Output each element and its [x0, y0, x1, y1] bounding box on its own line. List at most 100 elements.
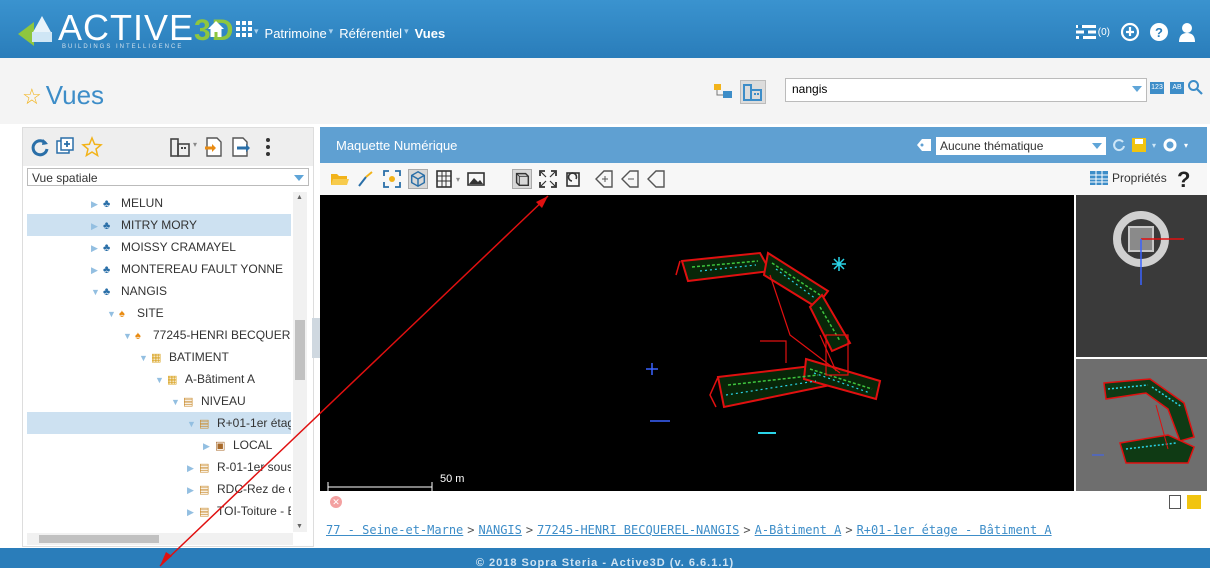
tree-node[interactable]: ▼ ♠ SITE: [27, 302, 291, 324]
user-icon[interactable]: [1178, 22, 1196, 42]
building-filter-icon[interactable]: [169, 136, 191, 158]
building-grid-icon[interactable]: [434, 169, 454, 189]
expand-arrow-icon[interactable]: ▶: [91, 259, 103, 281]
breadcrumb-item[interactable]: 77 - Seine-et-Marne: [326, 523, 463, 537]
search-icon[interactable]: [1187, 79, 1203, 95]
scroll-up-icon[interactable]: ▲: [296, 194, 303, 201]
tree-node[interactable]: ▼ ▤ NIVEAU: [27, 390, 291, 412]
nav-patrimoine[interactable]: Patrimoine: [265, 26, 327, 41]
clean-brush-icon[interactable]: [356, 169, 376, 189]
section-cut-icon[interactable]: [512, 169, 532, 189]
scrollbar-thumb[interactable]: [295, 320, 305, 380]
tree-view-icon[interactable]: [710, 80, 736, 104]
tree-node[interactable]: ▶ ♣ MITRY MORY: [27, 214, 291, 236]
collapse-arrow-icon[interactable]: ▼: [171, 391, 183, 413]
chevron-down-icon[interactable]: [1092, 143, 1102, 149]
dropdown-caret-icon[interactable]: ▾: [456, 175, 460, 184]
export-icon[interactable]: [229, 136, 251, 158]
fullscreen-icon[interactable]: [538, 169, 558, 189]
search-combo[interactable]: [785, 78, 1147, 102]
tree-node[interactable]: ▼ ▦ BATIMENT: [27, 346, 291, 368]
refresh-icon[interactable]: [1112, 138, 1126, 152]
collapse-arrow-icon[interactable]: ▼: [155, 369, 167, 391]
collapse-arrow-icon[interactable]: ▼: [123, 325, 135, 347]
collapse-panel-handle[interactable]: [312, 318, 320, 358]
scroll-down-icon[interactable]: ▼: [296, 523, 303, 530]
chevron-down-icon[interactable]: [1132, 86, 1142, 92]
dropdown-caret-icon[interactable]: ▾: [193, 140, 197, 149]
app-logo[interactable]: ACTIVE3D BUILDINGS INTELLIGENCE: [18, 9, 234, 50]
clipboard-icon[interactable]: [1169, 495, 1181, 509]
expand-all-icon[interactable]: [55, 136, 77, 158]
tree-horizontal-scrollbar[interactable]: [27, 533, 293, 545]
nav-referentiel[interactable]: Référentiel: [339, 26, 402, 41]
settings-gear-icon[interactable]: [1162, 137, 1178, 153]
save-icon[interactable]: [1132, 138, 1146, 152]
fit-view-icon[interactable]: [382, 169, 402, 189]
search-input[interactable]: [786, 79, 1118, 99]
expand-arrow-icon[interactable]: ▶: [203, 435, 215, 457]
scrollbar-thumb[interactable]: [39, 535, 159, 543]
favorites-star-icon[interactable]: [81, 136, 103, 158]
navigation-compass[interactable]: [1076, 195, 1207, 357]
expand-arrow-icon[interactable]: ▶: [91, 215, 103, 237]
collapse-arrow-icon[interactable]: ▼: [91, 281, 103, 303]
tree-node[interactable]: ▶ ▤ TOI-Toiture - E: [27, 500, 291, 522]
history-icon[interactable]: [1120, 22, 1140, 42]
chevron-down-icon[interactable]: [294, 175, 304, 181]
help-question-icon[interactable]: ?: [1177, 167, 1190, 193]
view-type-select[interactable]: Vue spatiale: [27, 168, 309, 186]
tree-node[interactable]: ▶ ▤ R-01-1er sous: [27, 456, 291, 478]
tree-node[interactable]: ▶ ♣ MOISSY CRAMAYEL: [27, 236, 291, 258]
tree-node[interactable]: ▼ ♣ NANGIS: [27, 280, 291, 302]
error-icon[interactable]: ✕: [330, 496, 342, 508]
breadcrumb-item[interactable]: NANGIS: [479, 523, 522, 537]
collapse-arrow-icon[interactable]: ▼: [107, 303, 119, 325]
expand-arrow-icon[interactable]: ▶: [187, 457, 199, 479]
tag-outline-icon[interactable]: [646, 169, 666, 189]
properties-button[interactable]: Propriétés: [1090, 171, 1167, 185]
breadcrumb-item[interactable]: R+01-1er étage - Bâtiment A: [857, 523, 1052, 537]
more-options-icon[interactable]: [257, 136, 279, 158]
numeric-mode-button[interactable]: 123: [1150, 82, 1164, 94]
rotate-view-icon[interactable]: [564, 169, 584, 189]
refresh-icon[interactable]: [29, 136, 51, 158]
collapse-arrow-icon[interactable]: ▼: [187, 413, 199, 435]
alpha-mode-button[interactable]: AB: [1170, 82, 1184, 94]
nav-vues[interactable]: Vues: [415, 26, 446, 41]
remove-tag-icon[interactable]: [620, 169, 640, 189]
tree-node[interactable]: ▶ ♣ MELUN: [27, 192, 291, 214]
tree-vertical-scrollbar[interactable]: ▲ ▼: [293, 192, 307, 532]
breadcrumb-item[interactable]: 77245-HENRI BECQUEREL-NANGIS: [537, 523, 739, 537]
tree-node[interactable]: ▶ ▤ RDC-Rez de c: [27, 478, 291, 500]
help-circle-icon[interactable]: ?: [1150, 23, 1168, 41]
dropdown-caret-icon[interactable]: ▾: [1184, 141, 1188, 150]
import-icon[interactable]: [203, 136, 225, 158]
dropdown-caret-icon[interactable]: ▾: [1152, 141, 1156, 150]
collapse-arrow-icon[interactable]: ▼: [139, 347, 151, 369]
add-tag-icon[interactable]: [594, 169, 614, 189]
expand-arrow-icon[interactable]: ▶: [91, 237, 103, 259]
tree-node[interactable]: ▶ ♣ MONTEREAU FAULT YONNE: [27, 258, 291, 280]
tree-node[interactable]: ▼ ▦ A-Bâtiment A: [27, 368, 291, 390]
3d-object-icon[interactable]: [408, 169, 428, 189]
apps-grid-icon[interactable]: [236, 21, 252, 37]
image-icon[interactable]: [466, 169, 486, 189]
expand-arrow-icon[interactable]: ▶: [91, 193, 103, 215]
tree-node[interactable]: ▼ ♠ 77245-HENRI BECQUER: [27, 324, 291, 346]
tree-node[interactable]: ▼ ▤ R+01-1er étag: [27, 412, 291, 434]
minimap[interactable]: [1076, 359, 1207, 491]
home-icon[interactable]: [207, 20, 225, 38]
breadcrumb-item[interactable]: A-Bâtiment A: [755, 523, 842, 537]
thematic-select[interactable]: Aucune thématique: [936, 137, 1106, 155]
favorite-star-icon[interactable]: ☆: [22, 84, 42, 109]
building-view-icon[interactable]: [740, 80, 766, 104]
cart-list-icon[interactable]: [1075, 24, 1096, 40]
save-icon[interactable]: [1187, 495, 1201, 509]
3d-viewport[interactable]: 50 m: [320, 195, 1074, 491]
expand-arrow-icon[interactable]: ▶: [187, 479, 199, 501]
open-folder-icon[interactable]: [330, 169, 350, 189]
expand-arrow-icon[interactable]: ▶: [187, 501, 199, 523]
compass-gizmo-icon[interactable]: [1076, 195, 1207, 357]
tree-node[interactable]: ▶ ▣ LOCAL: [27, 434, 291, 456]
